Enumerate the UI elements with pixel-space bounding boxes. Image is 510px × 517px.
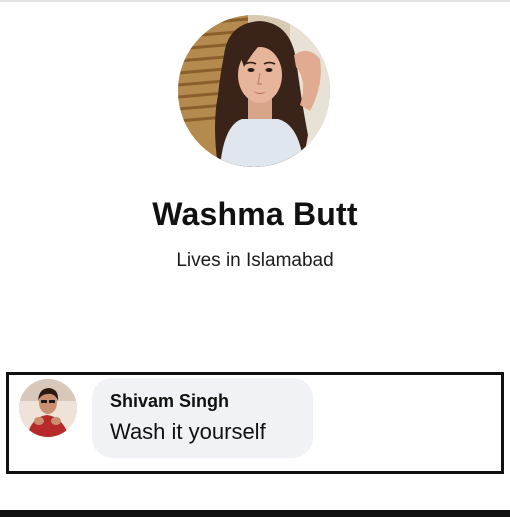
comment-bubble[interactable] (92, 378, 313, 458)
commenter-name[interactable]: Shivam Singh (110, 391, 229, 412)
top-divider (0, 0, 510, 2)
profile-name: Washma Butt (152, 196, 358, 232)
comment-text: Wash it yourself (110, 419, 266, 444)
profile-location: Lives in Islamabad (176, 250, 334, 271)
profile-photo[interactable] (178, 15, 330, 167)
bottom-divider (0, 510, 510, 517)
commenter-avatar[interactable] (19, 379, 77, 437)
